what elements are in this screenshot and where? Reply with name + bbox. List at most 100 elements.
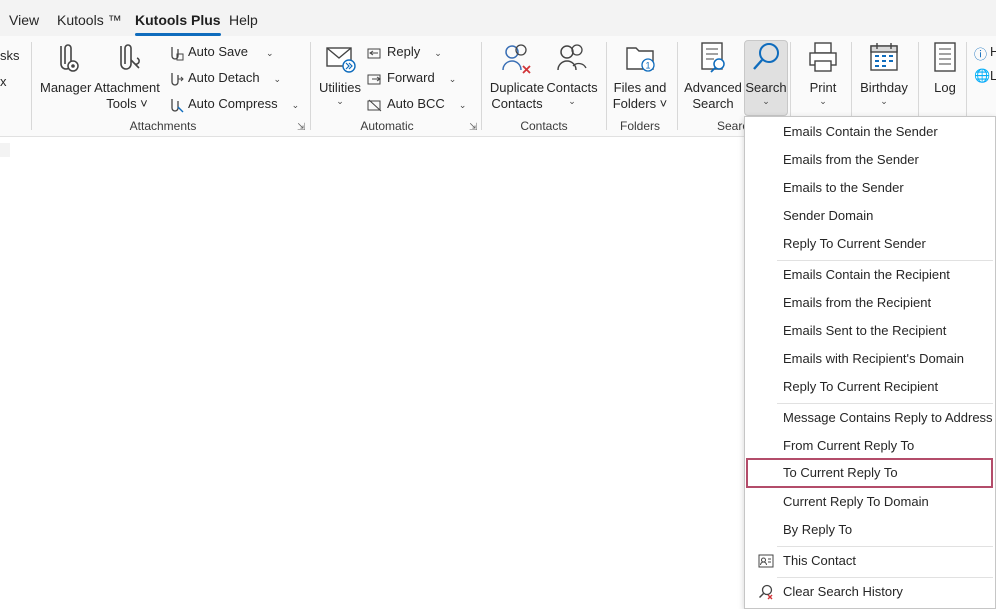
utilities-label: Utilities	[319, 80, 361, 95]
chevron-down-icon: ⌄	[336, 96, 344, 106]
svg-text:1: 1	[645, 61, 650, 71]
menu-item-emails-contain-recipient[interactable]: Emails Contain the Recipient	[745, 261, 995, 289]
menu-item-emails-contain-sender[interactable]: Emails Contain the Sender	[745, 118, 995, 146]
menu-item-emails-from-recipient[interactable]: Emails from the Recipient	[745, 289, 995, 317]
forward-button[interactable]: Forward ⌄	[367, 68, 456, 88]
cut-off-label[interactable]: x	[0, 74, 7, 89]
chevron-down-icon: ⌄	[819, 96, 827, 106]
group-label-contacts: Contacts	[520, 119, 568, 133]
files-and-folders-button[interactable]: 1 Files and Folders ˅	[612, 40, 668, 112]
menu-item-to-current-reply-to[interactable]: To Current Reply To	[746, 458, 993, 488]
tab-help[interactable]: Help	[229, 12, 258, 28]
auto-compress-label: Auto Compress	[188, 96, 278, 111]
chevron-down-icon: ⌄	[762, 96, 770, 106]
utilities-button[interactable]: Utilities ⌄	[317, 40, 363, 106]
contacts-button[interactable]: Contacts ⌄	[546, 40, 598, 106]
auto-save-label: Auto Save	[188, 44, 248, 59]
cut-off-label[interactable]: H	[990, 44, 996, 59]
menu-bar: View Kutools ™ Kutools Plus Help	[0, 0, 996, 36]
chevron-down-icon[interactable]: ⌄	[459, 95, 467, 115]
menu-item-reply-to-current-recipient[interactable]: Reply To Current Recipient	[745, 373, 995, 401]
print-label: Print	[809, 80, 837, 95]
chevron-down-icon[interactable]: ⌄	[449, 69, 457, 89]
group-label-attachments: Attachments	[129, 119, 197, 133]
globe-icon[interactable]: 🌐	[974, 68, 990, 84]
printer-icon	[809, 42, 837, 72]
contact-card-icon	[758, 554, 774, 568]
search-label: Search	[745, 80, 787, 95]
menu-item-this-contact[interactable]: This Contact	[745, 547, 995, 575]
help-icon[interactable]: ⓘ	[974, 44, 987, 63]
tab-kutools-plus[interactable]: Kutools Plus	[135, 12, 221, 36]
advanced-search-button[interactable]: Advanced Search	[684, 40, 742, 112]
forward-label: Forward	[387, 70, 435, 85]
reply-label: Reply	[387, 44, 421, 59]
auto-bcc-button[interactable]: Auto BCC ⌄	[367, 94, 466, 114]
log-icon	[934, 42, 956, 72]
reply-button[interactable]: Reply ⌄	[367, 42, 442, 62]
files-and-folders-label-2: Folders ˅	[612, 96, 668, 111]
log-button[interactable]: Log	[926, 40, 964, 96]
menu-item-clear-search-history[interactable]: Clear Search History	[745, 578, 995, 606]
files-and-folders-label: Files and	[613, 80, 667, 95]
print-button[interactable]: Print ⌄	[801, 40, 845, 106]
auto-save-button[interactable]: Auto Save ⌄	[168, 42, 274, 62]
dialog-launcher-icon[interactable]: ⇲	[297, 122, 305, 133]
tab-kutools[interactable]: Kutools ™	[57, 12, 122, 28]
advanced-search-label: Advanced	[684, 80, 742, 95]
chevron-down-icon[interactable]: ⌄	[292, 95, 300, 115]
menu-item-emails-with-recipient-domain[interactable]: Emails with Recipient's Domain	[745, 345, 995, 373]
menu-item-current-reply-to-domain[interactable]: Current Reply To Domain	[745, 488, 995, 516]
envelope-forward-icon	[326, 47, 356, 73]
reply-icon	[367, 48, 381, 59]
folder-icon: 1	[626, 47, 655, 72]
search-icon	[753, 43, 779, 70]
manager-button[interactable]: Manager	[40, 40, 92, 96]
menu-item-sender-domain[interactable]: Sender Domain	[745, 202, 995, 230]
content-area-edge	[0, 143, 10, 157]
advanced-search-icon	[701, 42, 725, 73]
tab-view[interactable]: View	[9, 12, 39, 28]
chevron-down-icon[interactable]: ⌄	[266, 43, 274, 63]
advanced-search-label-2: Search	[692, 96, 734, 111]
calendar-icon	[870, 43, 898, 71]
birthday-button[interactable]: Birthday ⌄	[858, 40, 910, 106]
cut-off-label[interactable]: sks	[0, 48, 20, 63]
forward-icon	[367, 74, 381, 85]
bcc-icon	[367, 99, 382, 111]
search-button-content[interactable]: Search ⌄	[744, 40, 788, 106]
paperclip-detach-icon	[171, 72, 184, 86]
paperclip-save-icon	[171, 46, 184, 61]
duplicate-contacts-label-2: Contacts	[491, 96, 543, 111]
manager-label: Manager	[40, 80, 92, 95]
auto-detach-label: Auto Detach	[188, 70, 260, 85]
menu-item-from-current-reply-to[interactable]: From Current Reply To	[745, 432, 995, 460]
auto-detach-button[interactable]: Auto Detach ⌄	[168, 68, 281, 88]
dialog-launcher-icon[interactable]: ⇲	[469, 122, 477, 133]
paperclip-compress-icon	[171, 98, 184, 113]
paperclip-gear-icon	[60, 44, 79, 72]
paperclip-wrench-icon	[120, 44, 140, 70]
menu-item-by-reply-to[interactable]: By Reply To	[745, 516, 995, 544]
auto-compress-button[interactable]: Auto Compress ⌄	[168, 94, 299, 114]
menu-item-emails-to-sender[interactable]: Emails to the Sender	[745, 174, 995, 202]
menu-item-message-contains-reply-to[interactable]: Message Contains Reply to Address	[745, 404, 995, 432]
menu-item-emails-from-sender[interactable]: Emails from the Sender	[745, 146, 995, 174]
duplicate-contacts-icon	[502, 44, 531, 74]
chevron-down-icon: ⌄	[568, 96, 576, 106]
duplicate-contacts-button[interactable]: Duplicate Contacts	[489, 40, 545, 112]
group-label-folders: Folders	[619, 119, 660, 133]
clear-search-icon	[758, 584, 773, 600]
attachment-tools-button[interactable]: Attachment Tools ˅	[94, 40, 160, 112]
menu-item-reply-to-current-sender[interactable]: Reply To Current Sender	[745, 230, 995, 258]
auto-bcc-label: Auto BCC	[387, 96, 445, 111]
menu-item-emails-sent-to-recipient[interactable]: Emails Sent to the Recipient	[745, 317, 995, 345]
chevron-down-icon[interactable]: ⌄	[274, 69, 282, 89]
birthday-label: Birthday	[860, 80, 908, 95]
log-label: Log	[934, 80, 956, 95]
cut-off-label[interactable]: L	[990, 68, 996, 83]
attachment-tools-label: Attachment	[94, 80, 160, 95]
group-label-search: Searc	[717, 119, 745, 133]
chevron-down-icon[interactable]: ⌄	[434, 43, 442, 63]
attachment-tools-label-2: Tools ˅	[106, 96, 148, 111]
